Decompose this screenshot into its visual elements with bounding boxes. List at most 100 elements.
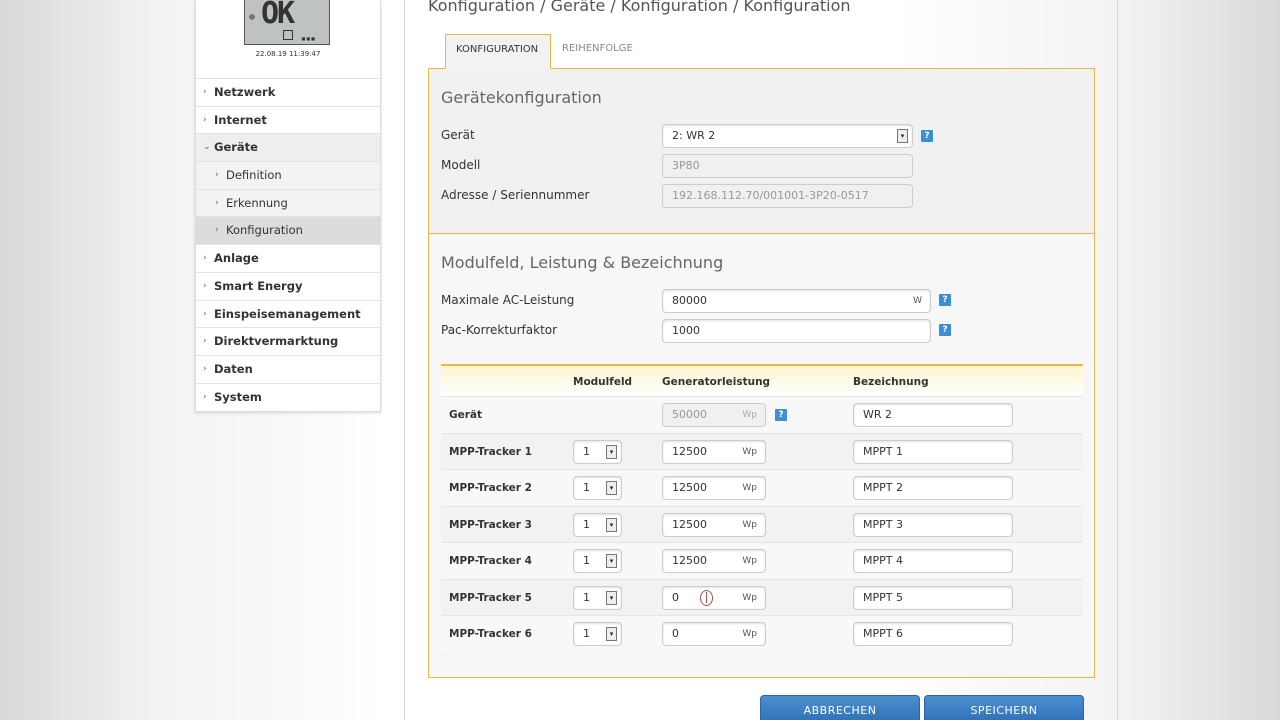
modulfeld-select[interactable]: 1 ▾	[573, 585, 622, 610]
modulfeld-value: 1	[583, 481, 590, 494]
cancel-button[interactable]: ABBRECHEN	[760, 695, 920, 720]
sidebar: ⊕ OK ▪▪▪ 22.08.19 11:39:47 › Netzwerk › …	[195, 0, 381, 412]
generatorleistung-value: 50000	[672, 408, 707, 421]
sidebar-item-label: Netzwerk	[214, 85, 276, 99]
modulfeld-value: 1	[583, 554, 590, 567]
chevron-right-icon: ›	[215, 225, 219, 236]
generatorleistung-value: 12500	[672, 444, 707, 458]
sidebar-item-label: Anlage	[214, 251, 259, 266]
content-left-border	[404, 0, 405, 720]
row-label: MPP-Tracker 2	[449, 482, 532, 494]
generatorleistung-input[interactable]: 0 Wp	[662, 585, 766, 610]
sidebar-item-label: System	[214, 389, 262, 404]
generatorleistung-input[interactable]: 12500 Wp	[662, 512, 766, 537]
sidebar-item-einspeisemanagement[interactable]: › Einspeisemanagement	[196, 301, 380, 329]
max-ac-label: Maximale AC-Leistung	[441, 293, 575, 307]
sidebar-item-geraete[interactable]: ⌄ Geräte	[196, 134, 380, 163]
column-header-generatorleistung: Generatorleistung	[662, 376, 771, 388]
bezeichnung-input[interactable]: MPPT 3	[853, 512, 1013, 537]
sidebar-item-erkennung[interactable]: › Erkennung	[196, 189, 380, 218]
modulfeld-select[interactable]: 1 ▾	[573, 512, 622, 537]
sidebar-item-system[interactable]: › System	[196, 384, 380, 412]
lcd-screen: ⊕ OK ▪▪▪	[244, 0, 330, 45]
unit-label: Wp	[742, 592, 757, 603]
table-row: MPP-Tracker 5 1 ▾ 0 Wp MPPT 5	[441, 578, 1083, 615]
lcd-status-text: OK	[261, 0, 295, 31]
modulfeld-value: 1	[583, 627, 590, 640]
signal-icon: ▪▪▪	[301, 34, 316, 43]
unit-label: Wp	[742, 629, 757, 639]
chevron-right-icon: ›	[203, 87, 207, 97]
chevron-down-icon: ▾	[606, 627, 617, 641]
bezeichnung-input[interactable]: MPPT 4	[853, 549, 1013, 573]
modulfeld-panel: Modulfeld, Leistung & Bezeichnung Maxima…	[428, 234, 1095, 678]
sidebar-item-anlage[interactable]: › Anlage	[196, 245, 380, 273]
pac-input[interactable]: 1000	[662, 319, 931, 343]
tab-konfiguration[interactable]: KONFIGURATION	[445, 34, 551, 69]
unit-label: W	[913, 296, 922, 306]
geraetekonfiguration-panel: Gerätekonfiguration Gerät 2: WR 2 ▾ ? Mo…	[428, 68, 1095, 234]
table-row: Gerät 50000 Wp ? WR 2	[441, 396, 1083, 433]
sidebar-item-direktvermarktung[interactable]: › Direktvermarktung	[196, 328, 380, 356]
sidebar-item-label: Definition	[226, 168, 282, 183]
bezeichnung-input[interactable]: WR 2	[853, 403, 1013, 427]
table-body: Gerät 50000 Wp ? WR 2 MPP-Tracker 1 1 ▾ …	[441, 396, 1083, 652]
bezeichnung-input[interactable]: MPPT 2	[853, 476, 1013, 500]
bezeichnung-input[interactable]: MPPT 6	[853, 622, 1013, 646]
bezeichnung-input[interactable]: MPPT 5	[853, 585, 1013, 610]
modulfeld-value: 1	[583, 590, 590, 604]
row-label: MPP-Tracker 6	[449, 628, 532, 640]
save-button[interactable]: SPEICHERN	[924, 695, 1084, 720]
generatorleistung-input[interactable]: 12500 Wp	[662, 439, 766, 464]
chevron-down-icon: ▾	[606, 517, 617, 532]
content-right-border	[1117, 0, 1118, 720]
sidebar-item-definition[interactable]: › Definition	[196, 162, 380, 190]
chevron-right-icon: ›	[215, 197, 219, 208]
max-ac-value: 80000	[672, 294, 707, 307]
pac-label: Pac-Korrekturfaktor	[441, 323, 558, 337]
device-timestamp: 22.08.19 11:39:47	[255, 50, 321, 58]
column-header-modulfeld: Modulfeld	[573, 376, 633, 388]
generatorleistung-value: 0	[672, 590, 679, 604]
modulfeld-select[interactable]: 1 ▾	[573, 439, 622, 464]
chevron-down-icon: ▾	[606, 481, 617, 495]
generatorleistung-input[interactable]: 12500 Wp	[662, 476, 766, 500]
sidebar-item-label: Smart Energy	[214, 278, 303, 293]
row-label: MPP-Tracker 5	[449, 591, 532, 604]
sidebar-item-smart-energy[interactable]: › Smart Energy	[196, 273, 380, 301]
table-row: MPP-Tracker 6 1 ▾ 0 Wp MPPT 6	[441, 615, 1083, 652]
sidebar-item-label: Geräte	[214, 140, 258, 155]
chevron-down-icon: ▾	[606, 554, 617, 568]
sidebar-item-daten[interactable]: › Daten	[196, 356, 380, 384]
generatorleistung-value: 12500	[672, 517, 707, 531]
table-header: Modulfeld Generatorleistung Bezeichnung	[441, 364, 1083, 396]
max-ac-input[interactable]: 80000 W	[662, 289, 931, 313]
column-header-bezeichnung: Bezeichnung	[853, 376, 929, 388]
sidebar-item-konfiguration[interactable]: › Konfiguration	[196, 217, 380, 246]
sidebar-item-label: Erkennung	[226, 195, 288, 210]
help-icon[interactable]: ?	[775, 409, 787, 421]
adresse-field: 192.168.112.70/001001-3P20-0517	[662, 184, 913, 208]
chevron-right-icon: ›	[215, 170, 219, 181]
generatorleistung-input[interactable]: 0 Wp	[662, 622, 766, 646]
modulfeld-select[interactable]: 1 ▾	[573, 476, 622, 500]
sidebar-item-netzwerk[interactable]: › Netzwerk	[196, 79, 380, 107]
tab-reihenfolge[interactable]: REIHENFOLGE	[552, 34, 643, 68]
help-icon[interactable]: ?	[921, 130, 933, 142]
unit-label: Wp	[742, 556, 757, 566]
chevron-down-icon: ⌄	[203, 142, 211, 153]
modulfeld-select[interactable]: 1 ▾	[573, 549, 622, 573]
globe-icon: ⊕	[249, 12, 256, 23]
sidebar-item-label: Einspeisemanagement	[214, 306, 361, 321]
bezeichnung-input[interactable]: MPPT 1	[853, 439, 1013, 464]
modulfeld-select[interactable]: 1 ▾	[573, 622, 622, 646]
battery-icon	[283, 30, 293, 40]
generatorleistung-value: 0	[672, 627, 679, 640]
help-icon[interactable]: ?	[939, 324, 951, 336]
sidebar-item-internet[interactable]: › Internet	[196, 107, 380, 135]
generatorleistung-input[interactable]: 12500 Wp	[662, 549, 766, 573]
geraet-select-value: 2: WR 2	[672, 129, 716, 142]
help-icon[interactable]: ?	[939, 294, 951, 306]
generatorleistung-value: 12500	[672, 554, 707, 567]
geraet-select[interactable]: 2: WR 2 ▾	[662, 124, 913, 148]
